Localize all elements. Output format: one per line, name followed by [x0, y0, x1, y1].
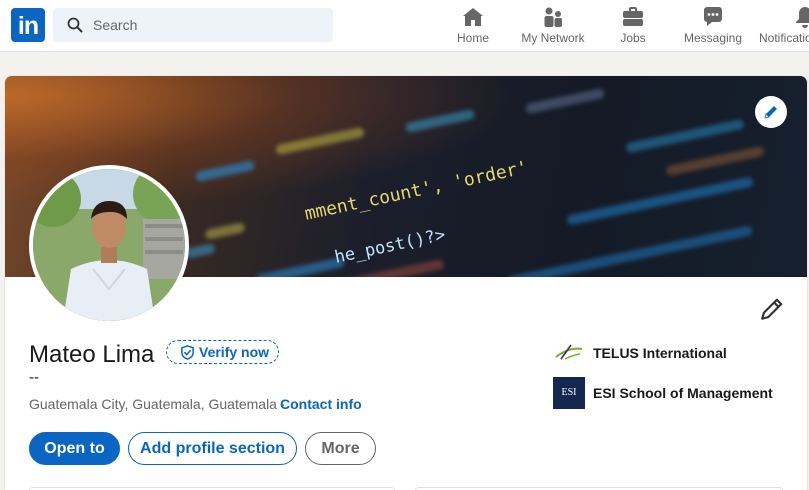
telus-logo — [555, 344, 583, 360]
banner-code-line-1: mment_count', 'order' — [302, 156, 530, 225]
bell-icon — [796, 7, 809, 28]
org-name-telus: TELUS International — [593, 345, 727, 361]
nav-home-label: Home — [456, 31, 489, 45]
profile-photo-image — [33, 169, 185, 321]
pencil-icon — [764, 106, 777, 119]
profile-card: mment_count', 'order' he_post()?> Mateo … — [4, 75, 808, 490]
nav-notifications[interactable]: Notifications — [755, 0, 809, 52]
verify-now-label: Verify now — [199, 344, 270, 360]
org-name-esi: ESI School of Management — [593, 385, 773, 401]
briefcase-icon — [623, 7, 643, 26]
nav-jobs-label: Jobs — [620, 31, 646, 45]
profile-name: Mateo Lima — [29, 341, 155, 368]
open-to-button[interactable]: Open to — [29, 432, 120, 465]
messaging-icon — [704, 7, 722, 26]
profile-location: Guatemala City, Guatemala, Guatemala · — [29, 396, 286, 412]
nav-messaging-label: Messaging — [683, 31, 743, 45]
verified-shield-icon — [181, 345, 194, 360]
search-icon — [67, 17, 83, 33]
nav-my-network[interactable]: My Network — [513, 0, 593, 52]
contact-info-link[interactable]: Contact info — [280, 396, 362, 412]
edit-banner-button[interactable] — [755, 96, 787, 128]
verify-now-button[interactable]: Verify now — [166, 340, 279, 364]
nav-messaging[interactable]: Messaging — [677, 0, 749, 52]
search-input[interactable] — [93, 8, 323, 42]
profile-headline: -- — [29, 369, 39, 386]
esi-logo: ESI — [553, 377, 585, 409]
nav-notifications-label: Notifications — [759, 31, 809, 45]
more-button[interactable]: More — [305, 432, 376, 465]
network-icon — [544, 7, 562, 27]
nav-jobs[interactable]: Jobs — [603, 0, 663, 52]
nav-my-network-label: My Network — [521, 31, 585, 45]
search-bar[interactable] — [53, 8, 333, 42]
add-profile-section-button[interactable]: Add profile section — [128, 432, 297, 465]
nav-home[interactable]: Home — [443, 0, 503, 52]
edit-intro-pencil-icon[interactable] — [759, 296, 785, 322]
top-navigation-bar: in Home My Network Jobs — [0, 0, 809, 52]
home-icon — [463, 8, 483, 26]
linkedin-logo[interactable]: in — [11, 8, 45, 42]
profile-photo[interactable] — [29, 165, 189, 325]
